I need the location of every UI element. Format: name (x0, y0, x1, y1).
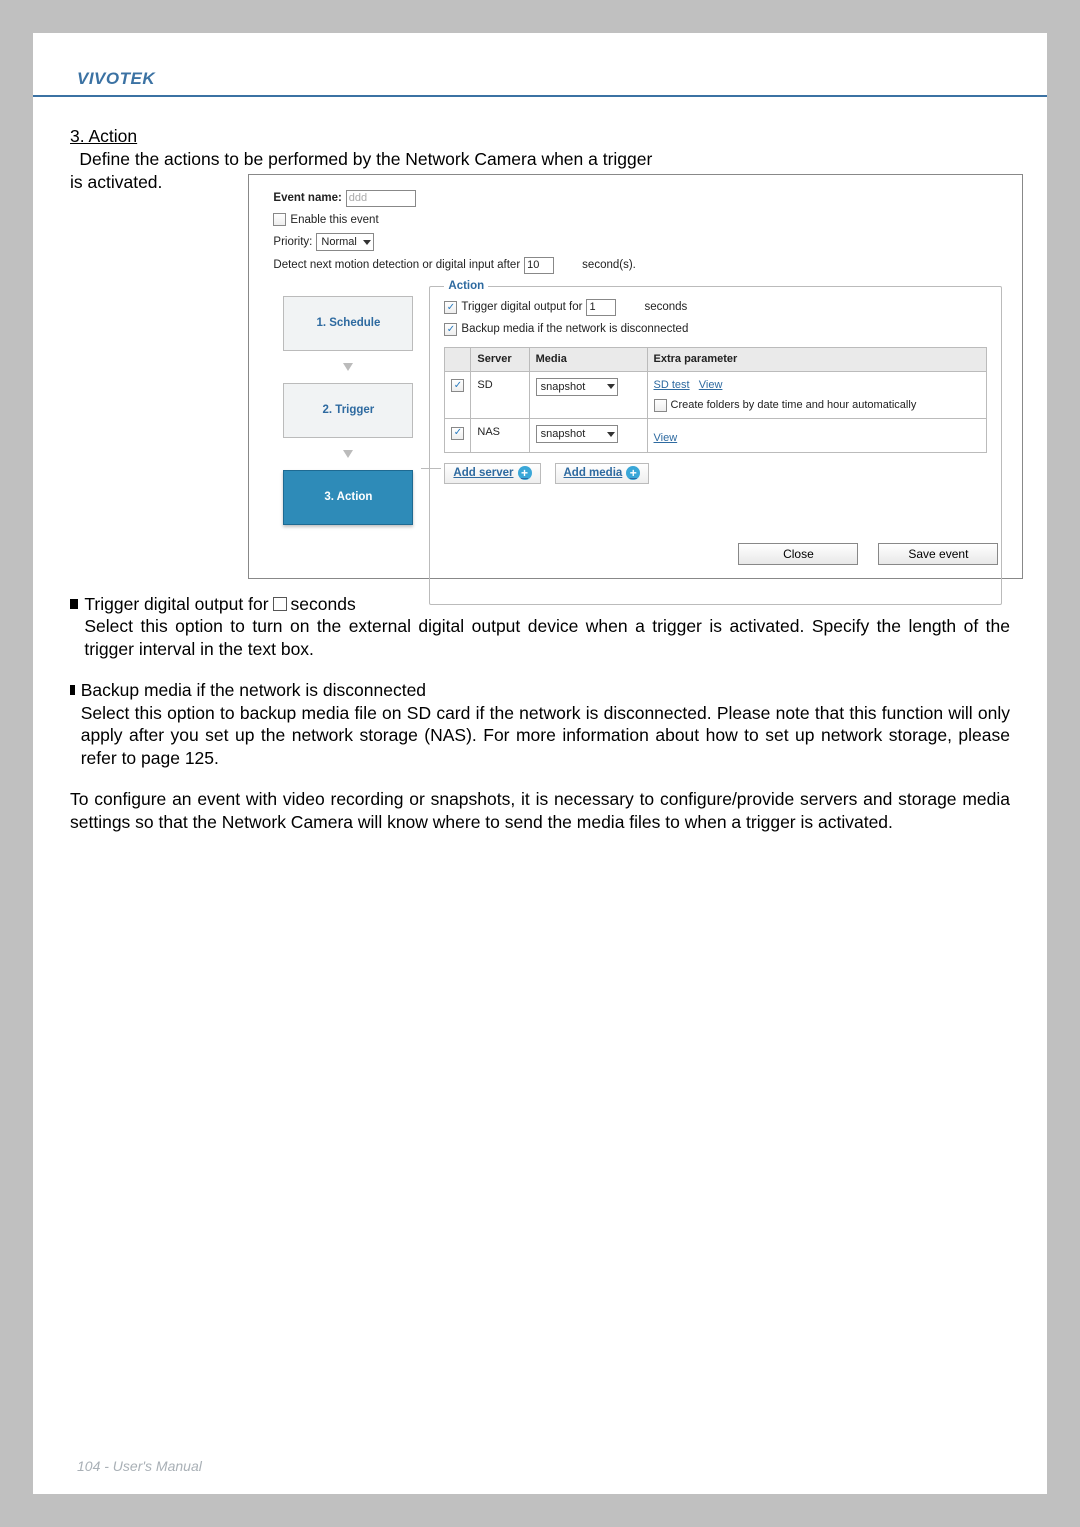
chevron-down-icon (363, 240, 371, 245)
page: VIVOTEK 3. Action is activated. Define t… (33, 33, 1047, 1494)
priority-value: Normal (321, 235, 356, 249)
bullet-icon (70, 685, 75, 695)
plus-icon: + (626, 466, 640, 480)
plus-icon: + (518, 466, 532, 480)
step-trigger[interactable]: 2. Trigger (283, 383, 413, 438)
wizard-steps: 1. Schedule 2. Trigger 3. Action (273, 286, 423, 604)
bullet-icon (70, 599, 78, 609)
bullet-1-title-before: Trigger digital output for (84, 593, 268, 616)
detect-label-before: Detect next motion detection or digital … (273, 258, 520, 273)
arrow-down-icon (343, 363, 353, 371)
row-media-select[interactable]: snapshot (536, 378, 619, 396)
detect-interval-input[interactable]: 10 (524, 257, 554, 274)
add-server-label: Add server (453, 466, 513, 481)
row-nas-checkbox[interactable]: ✓ (451, 427, 464, 440)
action-table: Server Media Extra parameter ✓ SD (444, 347, 987, 452)
trigger-output-checkbox[interactable]: ✓ (444, 301, 457, 314)
table-row: ✓ SD snapshot (445, 371, 987, 419)
priority-select[interactable]: Normal (316, 233, 373, 251)
trigger-output-before: Trigger digital output for (461, 300, 582, 315)
create-folders-label: Create folders by date time and hour aut… (671, 398, 917, 412)
trigger-output-after: seconds (644, 300, 687, 315)
action-legend: Action (444, 279, 488, 294)
view-link[interactable]: View (699, 379, 723, 391)
arrow-down-icon (343, 450, 353, 458)
event-name-input[interactable]: ddd (346, 190, 416, 207)
backup-media-label: Backup media if the network is disconnec… (461, 322, 688, 337)
brand-label: VIVOTEK (77, 69, 155, 89)
bullet-1-desc: Select this option to turn on the extern… (84, 615, 1010, 661)
detect-label-after: second(s). (582, 258, 636, 273)
close-button[interactable]: Close (738, 543, 858, 565)
closing-paragraph: To configure an event with video recordi… (70, 788, 1010, 834)
section-intro-2: is activated. (70, 171, 162, 194)
backup-media-checkbox[interactable]: ✓ (444, 323, 457, 336)
add-server-button[interactable]: Add server + (444, 463, 540, 484)
row-server: NAS (471, 419, 529, 452)
bullet-list: Trigger digital output for seconds Selec… (70, 593, 1010, 770)
chevron-down-icon (607, 384, 615, 389)
event-name-label: Event name: (273, 191, 341, 206)
row-sd-checkbox[interactable]: ✓ (451, 379, 464, 392)
row-media-value: snapshot (541, 380, 586, 394)
step-action[interactable]: 3. Action (283, 470, 413, 525)
section-title: 3. Action (70, 125, 162, 148)
page-header: VIVOTEK (33, 33, 1047, 97)
bullet-2-desc: Select this option to backup media file … (81, 702, 1010, 770)
chevron-down-icon (607, 432, 615, 437)
sd-test-link[interactable]: SD test (654, 379, 690, 391)
enable-event-checkbox[interactable] (273, 213, 286, 226)
row-media-select[interactable]: snapshot (536, 425, 619, 443)
add-media-button[interactable]: Add media + (555, 463, 650, 484)
step-schedule[interactable]: 1. Schedule (283, 296, 413, 351)
enable-event-label: Enable this event (290, 213, 378, 228)
col-extra: Extra parameter (647, 348, 987, 371)
col-server: Server (471, 348, 529, 371)
create-folders-checkbox[interactable] (654, 399, 667, 412)
bullet-2-title: Backup media if the network is disconnec… (81, 679, 1010, 702)
dialog-buttons: Close Save event (738, 543, 998, 565)
row-media-value: snapshot (541, 427, 586, 441)
bullet-item: Backup media if the network is disconnec… (70, 679, 1010, 770)
col-media: Media (529, 348, 647, 371)
add-media-label: Add media (564, 466, 623, 481)
section-intro-1: Define the actions to be performed by th… (79, 148, 1023, 171)
table-row: ✓ NAS snapshot (445, 419, 987, 452)
page-footer: 104 - User's Manual (77, 1458, 202, 1474)
view-link[interactable]: View (654, 432, 678, 444)
trigger-output-seconds-input[interactable]: 1 (586, 299, 616, 316)
row-server: SD (471, 371, 529, 419)
event-dialog: Event name: ddd Enable this event Priori… (248, 174, 1023, 579)
save-event-button[interactable]: Save event (878, 543, 998, 565)
priority-label: Priority: (273, 235, 312, 250)
page-content: 3. Action is activated. Define the actio… (33, 97, 1047, 833)
table-header-row: Server Media Extra parameter (445, 348, 987, 371)
